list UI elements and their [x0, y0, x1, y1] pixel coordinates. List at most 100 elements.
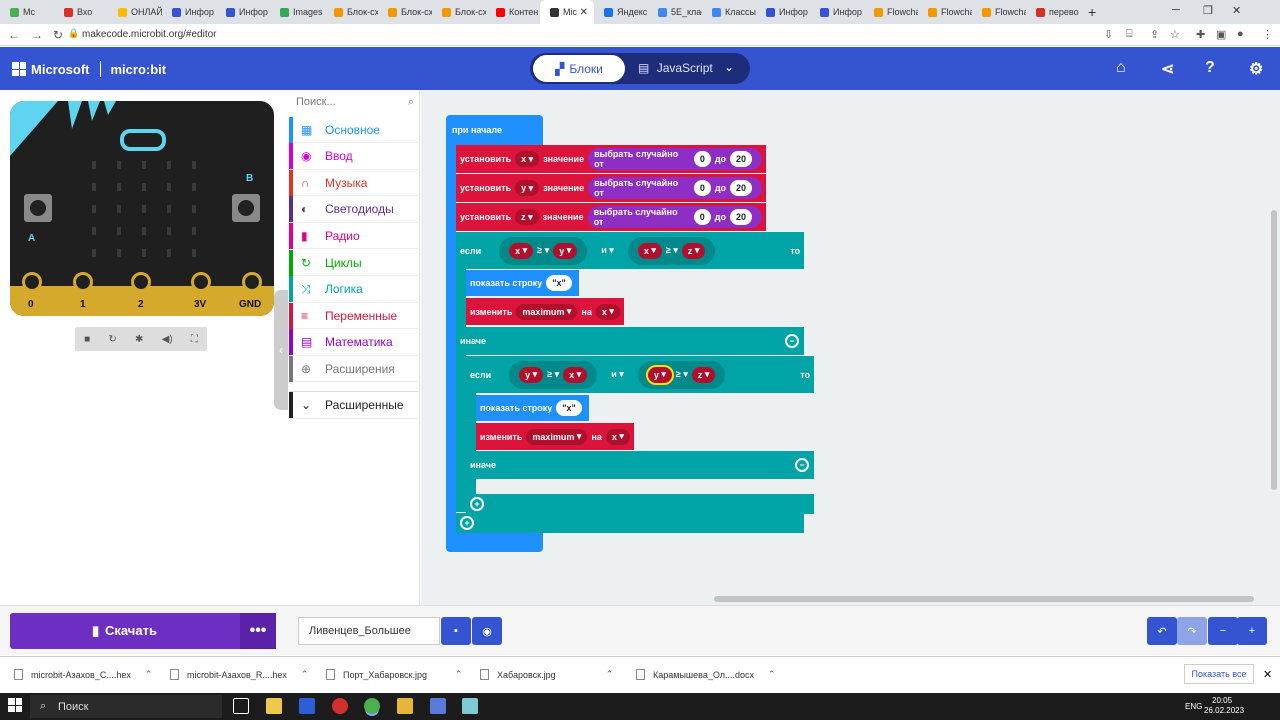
button-a[interactable]	[24, 194, 52, 222]
browser-tab[interactable]: Инфор	[162, 0, 216, 24]
toolbox-category[interactable]: ▤ Математика	[289, 329, 420, 356]
string-input[interactable]: "x"	[546, 275, 572, 291]
toolbox-category[interactable]: ⤨ Логика	[289, 276, 420, 303]
app-icon[interactable]	[430, 698, 446, 714]
github-icon[interactable]: ◉	[472, 617, 502, 645]
extensions-icon[interactable]: ✚	[1196, 28, 1205, 41]
browser-tab[interactable]: Блок-сх	[324, 0, 378, 24]
blocks-tab-button[interactable]: ▞ Блоки	[533, 55, 625, 82]
toolbox-search[interactable]: Поиск... ⌕	[296, 96, 414, 112]
browser-tab[interactable]: Инфор	[810, 0, 864, 24]
share-icon[interactable]: ⇪	[1150, 28, 1159, 41]
project-name-input[interactable]: Ливенцев_Большее	[298, 617, 440, 645]
browser-tab[interactable]: перево	[1026, 0, 1080, 24]
collapse-simulator-button[interactable]: ‹	[274, 290, 288, 410]
download-item[interactable]: Порт_Хабаровск.jpg ⌃	[326, 669, 463, 680]
debug-icon[interactable]: ✱	[135, 334, 143, 345]
zoom-out-icon[interactable]: −	[1208, 617, 1238, 645]
download-item[interactable]: microbit-Азахов_С....hex ⌃	[14, 669, 152, 680]
undo-icon[interactable]: ↶	[1147, 617, 1177, 645]
chevron-up-icon[interactable]: ⌃	[768, 669, 776, 680]
browser-tab[interactable]: Блок-сх	[432, 0, 486, 24]
inner-if-footer[interactable]: +	[466, 494, 814, 514]
app-icon[interactable]	[462, 698, 478, 714]
add-else-if-icon[interactable]: +	[460, 516, 474, 530]
app-icon[interactable]	[266, 698, 282, 714]
help-icon[interactable]: ?	[1205, 59, 1215, 77]
browser-tab[interactable]: Инфор	[216, 0, 270, 24]
number-input[interactable]: 0	[693, 151, 711, 167]
browser-tab[interactable]: Mic ✕	[540, 0, 594, 24]
stop-icon[interactable]: ■	[84, 334, 90, 345]
more-options-icon[interactable]: •••	[240, 613, 276, 649]
pin-0-hole[interactable]	[22, 272, 42, 292]
url-field[interactable]: makecode.microbit.org/#editor	[82, 29, 217, 40]
sound-icon[interactable]: ◀)	[162, 334, 173, 345]
else-block[interactable]: иначе −	[456, 327, 804, 355]
set-x-block[interactable]: установить x ▾ значение выбрать случайно…	[456, 145, 766, 173]
on-start-block[interactable]: при начале	[446, 115, 543, 145]
inner-if-block[interactable]: если y ▾ ≥ ▾ x ▾ и ▾ y ▾ ≥ ▾ z ▾ то	[466, 356, 814, 393]
new-tab-button[interactable]: +	[1088, 4, 1096, 20]
toolbox-category[interactable]: ∩ Музыка	[289, 169, 420, 197]
chevron-up-icon[interactable]: ⌃	[301, 669, 309, 680]
browser-tab[interactable]: Классы	[702, 0, 756, 24]
install-icon[interactable]: ⇩	[1104, 28, 1113, 41]
horizontal-scrollbar[interactable]	[714, 596, 1254, 602]
toolbox-category[interactable]: ≡ Переменные	[289, 302, 420, 330]
remove-else-icon[interactable]: −	[785, 334, 799, 348]
set-y-block[interactable]: установить y ▾ значение выбрать случайно…	[456, 174, 766, 202]
logo[interactable]: Microsoft micro:bit	[12, 61, 166, 77]
browser-tab[interactable]: Яндекс	[594, 0, 648, 24]
toolbox-category[interactable]: ↻ Циклы	[289, 249, 420, 276]
number-input[interactable]: 20	[730, 209, 753, 225]
app-icon[interactable]	[332, 698, 348, 714]
zoom-in-icon[interactable]: +	[1237, 617, 1267, 645]
number-input[interactable]: 20	[730, 151, 752, 167]
pin-2-hole[interactable]	[131, 272, 151, 292]
translate-icon[interactable]: ⌸	[1126, 28, 1133, 41]
home-icon[interactable]: ⌂	[1116, 59, 1126, 77]
save-icon[interactable]: ▪	[441, 617, 471, 645]
browser-tab[interactable]: Images	[270, 0, 324, 24]
change-block[interactable]: изменить maximum ▾ на x ▾	[476, 423, 634, 450]
browser-tab[interactable]: Контен	[486, 0, 540, 24]
toolbox-category[interactable]: ⌄ Расширенные	[289, 391, 420, 419]
chevron-up-icon[interactable]: ⌃	[145, 669, 153, 680]
browser-tab[interactable]: Flowcha	[972, 0, 1026, 24]
browser-tab[interactable]: Инфор	[756, 0, 810, 24]
taskbar-search[interactable]: ⌕ Поиск	[30, 695, 222, 718]
toolbox-category[interactable]: ⊕ Расширения	[289, 355, 420, 383]
search-icon[interactable]: ⌕	[408, 96, 414, 109]
number-input[interactable]: 20	[730, 180, 752, 196]
toolbox-category[interactable]: ▮ Радио	[289, 222, 420, 250]
inner-else-block[interactable]: иначе −	[466, 451, 814, 479]
bookmark-star-icon[interactable]: ☆	[1170, 28, 1180, 41]
browser-tab[interactable]: Mc	[0, 0, 54, 24]
download-item[interactable]: Хабаровск.jpg ⌃	[480, 669, 613, 680]
browser-tab[interactable]: ОНЛАЙ	[108, 0, 162, 24]
download-button[interactable]: ▮ Скачать •••	[10, 613, 276, 649]
browser-tab[interactable]: Flowcha	[918, 0, 972, 24]
toolbox-category[interactable]: ◉ Ввод	[289, 143, 420, 170]
pin-gnd-hole[interactable]	[242, 272, 262, 292]
browser-tab[interactable]: Блок-сх	[378, 0, 432, 24]
task-view-icon[interactable]	[233, 698, 249, 714]
show-all-button[interactable]: Показать все	[1184, 664, 1254, 684]
remove-else-icon[interactable]: −	[795, 458, 809, 472]
sidepanel-icon[interactable]: ▣	[1216, 28, 1226, 41]
vertical-scrollbar[interactable]	[1271, 210, 1277, 490]
app-icon[interactable]	[299, 698, 315, 714]
restore-icon[interactable]: ❐	[1203, 4, 1213, 17]
back-icon[interactable]: ←	[8, 28, 20, 42]
language-indicator[interactable]: ENG	[1185, 702, 1202, 711]
fullscreen-icon[interactable]: ⛶	[191, 334, 198, 345]
close-tab-icon[interactable]: ✕	[580, 7, 588, 18]
pin-3v-hole[interactable]	[191, 272, 211, 292]
chevron-down-icon[interactable]: ⌄	[724, 60, 734, 74]
folder-icon[interactable]	[397, 698, 413, 714]
browser-tab[interactable]: 5E_клас	[648, 0, 702, 24]
download-item[interactable]: Карамышева_Ол....docx ⌃	[636, 669, 776, 680]
chevron-up-icon[interactable]: ⌃	[606, 669, 614, 680]
toolbox-category[interactable]: ◐ Светодиоды	[289, 196, 420, 223]
